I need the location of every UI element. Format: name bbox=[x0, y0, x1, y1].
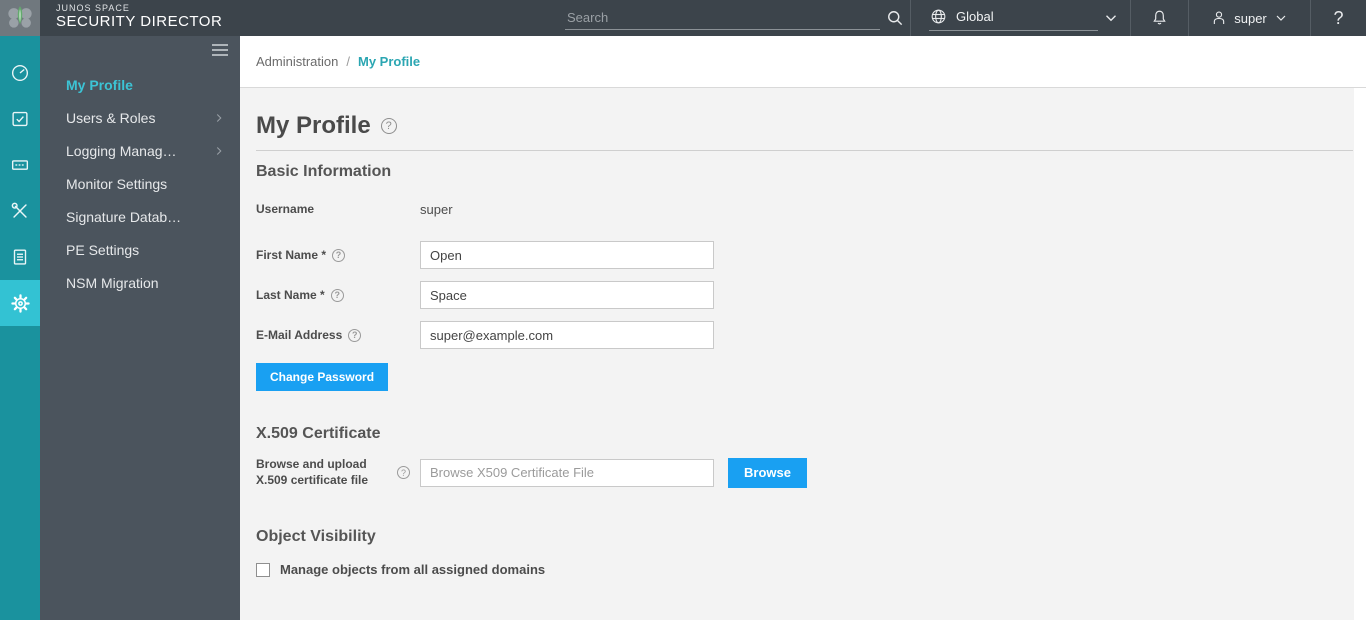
domain-selected-label: Global bbox=[956, 9, 994, 24]
rail-item-dashboard[interactable] bbox=[0, 50, 40, 96]
sidebar-item-monitor-settings[interactable]: Monitor Settings bbox=[40, 167, 240, 200]
breadcrumb: Administration / My Profile bbox=[240, 36, 1366, 88]
domain-selector[interactable]: Global bbox=[911, 0, 1130, 36]
last-name-field[interactable] bbox=[420, 281, 714, 309]
rail-item-reports[interactable] bbox=[0, 234, 40, 280]
first-name-field[interactable] bbox=[420, 241, 714, 269]
manage-objects-label: Manage objects from all assigned domains bbox=[280, 562, 546, 578]
x509-certificate-heading: X.509 Certificate bbox=[256, 425, 381, 442]
object-visibility-heading: Object Visibility bbox=[256, 528, 376, 546]
notifications-button[interactable] bbox=[1131, 0, 1188, 36]
breadcrumb-administration[interactable]: Administration bbox=[256, 54, 338, 69]
administration-gear-icon bbox=[10, 293, 30, 313]
sidebar-item-pe-settings[interactable]: PE Settings bbox=[40, 233, 240, 266]
search-input[interactable] bbox=[565, 6, 880, 30]
username-row: Username super bbox=[256, 195, 1350, 223]
sidebar-item-label: Users & Roles bbox=[66, 109, 156, 126]
sidebar-item-label: PE Settings bbox=[66, 241, 140, 258]
top-bar: JUNOS SPACE SECURITY DIRECTOR Search Glo… bbox=[0, 0, 1366, 36]
sidebar-item-label: Logging Manag… bbox=[66, 142, 177, 159]
certificate-help-icon[interactable]: ? bbox=[397, 466, 410, 480]
user-menu[interactable]: super bbox=[1189, 0, 1310, 36]
sidebar-item-users-roles[interactable]: Users & Roles bbox=[40, 101, 240, 134]
last-name-help-icon[interactable]: ? bbox=[330, 288, 344, 302]
rail-item-monitor[interactable] bbox=[0, 96, 40, 142]
bell-icon bbox=[1153, 10, 1166, 25]
nav-icon-rail bbox=[0, 36, 40, 620]
scrollbar-track[interactable] bbox=[1354, 88, 1366, 620]
email-field[interactable] bbox=[420, 321, 714, 349]
username-label: Username bbox=[256, 202, 315, 216]
global-search bbox=[565, 0, 910, 36]
email-help-icon[interactable]: ? bbox=[348, 328, 362, 342]
basic-information-form: Username super First Name * ? Last Name … bbox=[256, 195, 1350, 391]
certificate-file-field[interactable] bbox=[420, 458, 714, 487]
chevron-down-icon bbox=[1106, 15, 1116, 22]
certificate-upload-label: Browse and upload X.509 certificate file… bbox=[256, 457, 420, 488]
search-icon bbox=[888, 11, 903, 26]
manage-objects-checkbox[interactable] bbox=[256, 562, 270, 577]
last-name-row: Last Name * ? bbox=[256, 281, 1350, 309]
rail-item-devices[interactable] bbox=[0, 142, 40, 188]
chevron-right-icon bbox=[216, 146, 222, 155]
main-content: Administration / My Profile My Profile ?… bbox=[240, 36, 1366, 620]
devices-icon bbox=[11, 160, 29, 170]
help-glyph: ? bbox=[1333, 7, 1344, 28]
junos-space-logo bbox=[0, 0, 40, 36]
rail-item-administration[interactable] bbox=[0, 280, 40, 326]
product-brand: JUNOS SPACE SECURITY DIRECTOR bbox=[56, 3, 223, 30]
sidebar-item-label: Signature Datab… bbox=[66, 208, 182, 225]
user-icon bbox=[1214, 11, 1225, 24]
sidebar-item-signature-database[interactable]: Signature Datab… bbox=[40, 200, 240, 233]
last-name-label: Last Name * ? bbox=[256, 288, 420, 302]
sidebar-item-logging-management[interactable]: Logging Manag… bbox=[40, 134, 240, 167]
certificate-upload-row: Browse and upload X.509 certificate file… bbox=[256, 457, 1350, 488]
breadcrumb-my-profile: My Profile bbox=[358, 54, 421, 69]
brand-security-director: SECURITY DIRECTOR bbox=[56, 12, 223, 30]
sidebar-item-label: Monitor Settings bbox=[66, 175, 168, 192]
page-help-icon[interactable]: ? bbox=[380, 118, 397, 134]
configure-tools-icon bbox=[11, 202, 27, 218]
cert-label-line1: Browse and upload bbox=[256, 457, 367, 471]
reports-document-icon bbox=[13, 249, 27, 265]
sidebar-item-my-profile[interactable]: My Profile bbox=[40, 68, 240, 101]
sidebar-collapse-icon[interactable] bbox=[212, 44, 228, 58]
basic-information-heading: Basic Information bbox=[256, 163, 392, 180]
monitor-check-icon bbox=[12, 111, 28, 127]
chevron-right-icon bbox=[216, 113, 222, 122]
username-value: super bbox=[420, 201, 453, 217]
title-divider bbox=[256, 150, 1353, 151]
page-title: My Profile bbox=[256, 112, 371, 139]
email-label: E-Mail Address ? bbox=[256, 328, 420, 342]
sidebar-item-label: My Profile bbox=[66, 76, 133, 93]
dashboard-gauge-icon bbox=[11, 64, 29, 82]
browse-button[interactable]: Browse bbox=[728, 457, 807, 488]
email-row: E-Mail Address ? bbox=[256, 321, 1350, 349]
user-name-label: super bbox=[1234, 10, 1267, 26]
change-password-button[interactable]: Change Password bbox=[256, 363, 389, 391]
first-name-row: First Name * ? bbox=[256, 241, 1350, 269]
sidebar-menu: My Profile Users & Roles Logging Manag… … bbox=[40, 58, 240, 299]
butterfly-logo-icon bbox=[8, 6, 32, 28]
first-name-help-icon[interactable]: ? bbox=[332, 248, 346, 262]
rail-item-configure[interactable] bbox=[0, 188, 40, 234]
sidebar-item-label: NSM Migration bbox=[66, 274, 159, 291]
sidebar-item-nsm-migration[interactable]: NSM Migration bbox=[40, 266, 240, 299]
search-button[interactable] bbox=[880, 3, 910, 33]
globe-icon bbox=[931, 9, 946, 24]
cert-label-line2: X.509 certificate file bbox=[256, 472, 369, 487]
manage-objects-row: Manage objects from all assigned domains bbox=[256, 562, 1350, 577]
chevron-down-icon bbox=[1276, 15, 1286, 21]
first-name-label: First Name * ? bbox=[256, 248, 420, 262]
admin-sidebar: My Profile Users & Roles Logging Manag… … bbox=[40, 36, 240, 620]
breadcrumb-separator: / bbox=[346, 54, 350, 69]
help-button[interactable]: ? bbox=[1311, 0, 1366, 36]
